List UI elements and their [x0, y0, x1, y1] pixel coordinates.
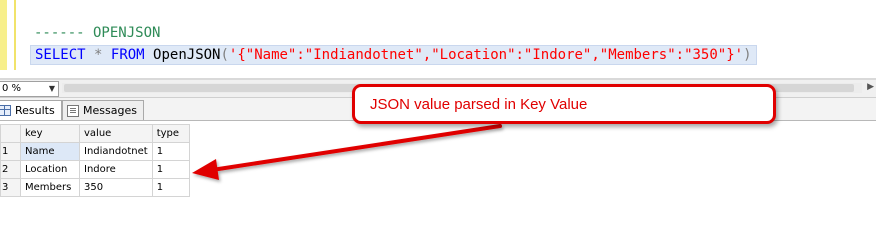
annotation-text: JSON value parsed in Key Value	[370, 96, 588, 113]
annotation-callout: JSON value parsed in Key Value	[352, 84, 776, 124]
